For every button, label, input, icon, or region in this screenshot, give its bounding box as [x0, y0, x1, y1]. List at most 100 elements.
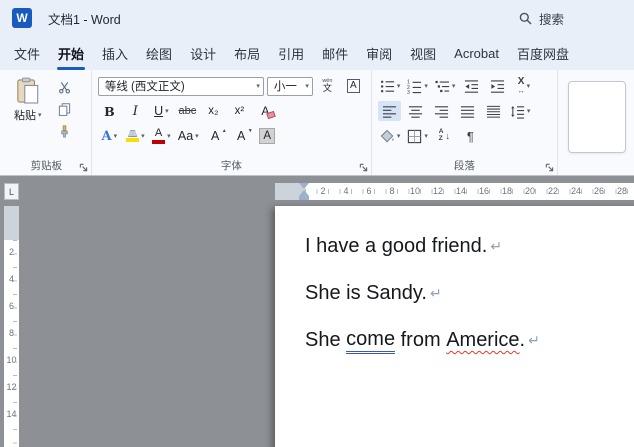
paintbrush-icon [61, 125, 68, 138]
asian-layout-button[interactable]: X ↔ ▾ [512, 76, 535, 96]
tab-绘图[interactable]: 绘图 [137, 36, 181, 70]
phonetic-guide-button[interactable]: wén 文 [316, 76, 339, 96]
grammar-marked-text: come [346, 328, 396, 354]
v-ruler-number: 12 [6, 382, 17, 392]
h-ruler-number: 22 [547, 186, 559, 196]
bold-button[interactable]: B [98, 101, 121, 121]
tab-审阅[interactable]: 审阅 [357, 36, 401, 70]
sort-az-icon: A Z [438, 128, 444, 142]
grow-font-button[interactable]: A [204, 126, 227, 146]
justify-button[interactable] [456, 101, 479, 121]
left-indent-marker[interactable] [299, 196, 309, 200]
word-logo-icon[interactable]: W [12, 8, 32, 28]
numbering-button[interactable]: 1 2 3 ▾ [405, 76, 430, 96]
multilevel-list-button[interactable]: ▾ [433, 76, 458, 96]
underline-button[interactable]: U ▾ [150, 101, 173, 121]
italic-button[interactable]: I [124, 101, 147, 121]
copy-icon [58, 103, 71, 116]
font-size-combo[interactable]: 小一 ▾ [266, 76, 313, 96]
vertical-ruler[interactable]: 2 4 6 8 10 12 14 [4, 206, 19, 447]
chevron-down-icon: ▾ [396, 82, 401, 90]
tab-stop-selector[interactable] [4, 183, 19, 200]
text-line[interactable]: She come from Americe. ↵ [305, 317, 634, 364]
clear-formatting-button[interactable]: A [254, 101, 277, 121]
ribbon-tabs: 文件 开始 插入 绘图 设计 布局 引用 邮件 审阅 视图 Acrobat 百度网盘 [0, 36, 634, 70]
shading-bucket-icon [380, 129, 394, 142]
text-line[interactable]: I have a good friend. ↵ [305, 223, 634, 270]
text-effects-button[interactable]: A ▾ [98, 126, 121, 146]
h-ruler-number: 26 [593, 186, 605, 196]
tab-Acrobat[interactable]: Acrobat [445, 36, 508, 70]
tab-设计[interactable]: 设计 [181, 36, 225, 70]
font-dialog-launcher[interactable] [359, 163, 368, 172]
h-ruler-number: 8 [389, 186, 395, 196]
paragraph-row-1: ▾ 1 2 3 ▾ ▾ X ↔ ▾ [378, 75, 551, 97]
style-gallery-item[interactable] [568, 81, 626, 153]
text-run: I have a good friend. [305, 235, 488, 257]
tab-开始[interactable]: 开始 [49, 36, 93, 70]
chevron-down-icon: ▾ [451, 82, 456, 90]
highlight-color-button[interactable]: ▾ [124, 126, 147, 146]
first-line-indent-marker[interactable] [299, 183, 309, 189]
show-hide-marks-button[interactable]: ¶ [459, 126, 482, 146]
word-window: W 文档1 - Word 搜索 文件 开始 插入 绘图 设计 布局 引用 邮件 审阅 视图 Acro… [0, 0, 634, 447]
clipboard-dialog-launcher[interactable] [79, 163, 88, 172]
superscript-button[interactable]: x² [228, 101, 251, 121]
clear-formatting-icon: A [261, 104, 270, 118]
search-box[interactable]: 搜索 [519, 9, 564, 28]
align-left-icon [382, 105, 396, 118]
font-row-1: 等线 (西文正文) ▾ 小一 ▾ wén 文 A [97, 75, 365, 97]
font-color-button[interactable]: A ▾ [150, 126, 173, 146]
tab-邮件[interactable]: 邮件 [313, 36, 357, 70]
highlighter-icon [126, 130, 140, 142]
document-text[interactable]: I have a good friend. ↵ She is Sandy. ↵ She … [275, 206, 634, 364]
increase-indent-button[interactable] [486, 76, 509, 96]
sort-button[interactable]: A Z ↓ [433, 126, 456, 146]
shading-button[interactable]: ▾ [378, 126, 403, 146]
h-ruler-number: 20 [524, 186, 536, 196]
paragraph-dialog-launcher[interactable] [545, 163, 554, 172]
character-border-button[interactable]: A [342, 76, 365, 96]
strikethrough-button[interactable]: abc [176, 101, 199, 121]
horizontal-ruler[interactable]: 2 4 6 8 10 12 14 16 18 20 22 24 26 28 [275, 183, 634, 200]
tab-引用[interactable]: 引用 [269, 36, 313, 70]
asian-layout-icon: X ↔ [517, 76, 525, 96]
tab-视图[interactable]: 视图 [401, 36, 445, 70]
numbered-list-icon: 1 2 3 [407, 79, 422, 94]
borders-button[interactable]: ▾ [405, 126, 430, 146]
tab-布局[interactable]: 布局 [225, 36, 269, 70]
copy-button[interactable] [54, 101, 76, 118]
chevron-down-icon: ▾ [38, 111, 42, 119]
font-name-combo[interactable]: 等线 (西文正文) ▾ [97, 76, 264, 96]
cut-button[interactable] [54, 79, 76, 96]
tab-插入[interactable]: 插入 [93, 36, 137, 70]
paste-button[interactable]: 粘贴 ▾ [8, 75, 48, 125]
subscript-button[interactable]: x₂ [202, 101, 225, 121]
text-line[interactable]: She is Sandy. ↵ [305, 270, 634, 317]
align-center-button[interactable] [404, 101, 427, 121]
font-group-label: 字体 [220, 160, 242, 172]
v-ruler-number: 4 [8, 274, 14, 284]
character-shading-button[interactable]: A [256, 126, 279, 146]
shrink-font-button[interactable]: A [230, 126, 253, 146]
align-right-icon [434, 105, 448, 118]
align-right-button[interactable] [430, 101, 453, 121]
tab-百度网盘[interactable]: 百度网盘 [508, 36, 578, 70]
line-spacing-button[interactable]: ▾ [508, 101, 533, 121]
tab-文件[interactable]: 文件 [5, 36, 49, 70]
chevron-down-icon: ▾ [305, 82, 309, 90]
document-title: 文档1 - Word [48, 12, 121, 27]
clipboard-body: 粘贴 ▾ [8, 75, 85, 140]
decrease-indent-button[interactable] [460, 76, 483, 96]
line-spacing-icon [510, 105, 524, 119]
chevron-down-icon: ▾ [396, 132, 401, 140]
document-page[interactable]: I have a good friend. ↵ She is Sandy. ↵ She … [275, 206, 634, 447]
search-icon [519, 12, 532, 24]
align-left-button[interactable] [377, 101, 401, 121]
change-case-button[interactable]: Aa ▾ [176, 126, 201, 146]
distribute-button[interactable] [482, 101, 505, 121]
bullets-button[interactable]: ▾ [378, 76, 403, 96]
clipboard-group-label: 剪贴板 [30, 160, 63, 172]
format-painter-button[interactable] [54, 123, 76, 140]
h-ruler-number: 28 [616, 186, 628, 196]
